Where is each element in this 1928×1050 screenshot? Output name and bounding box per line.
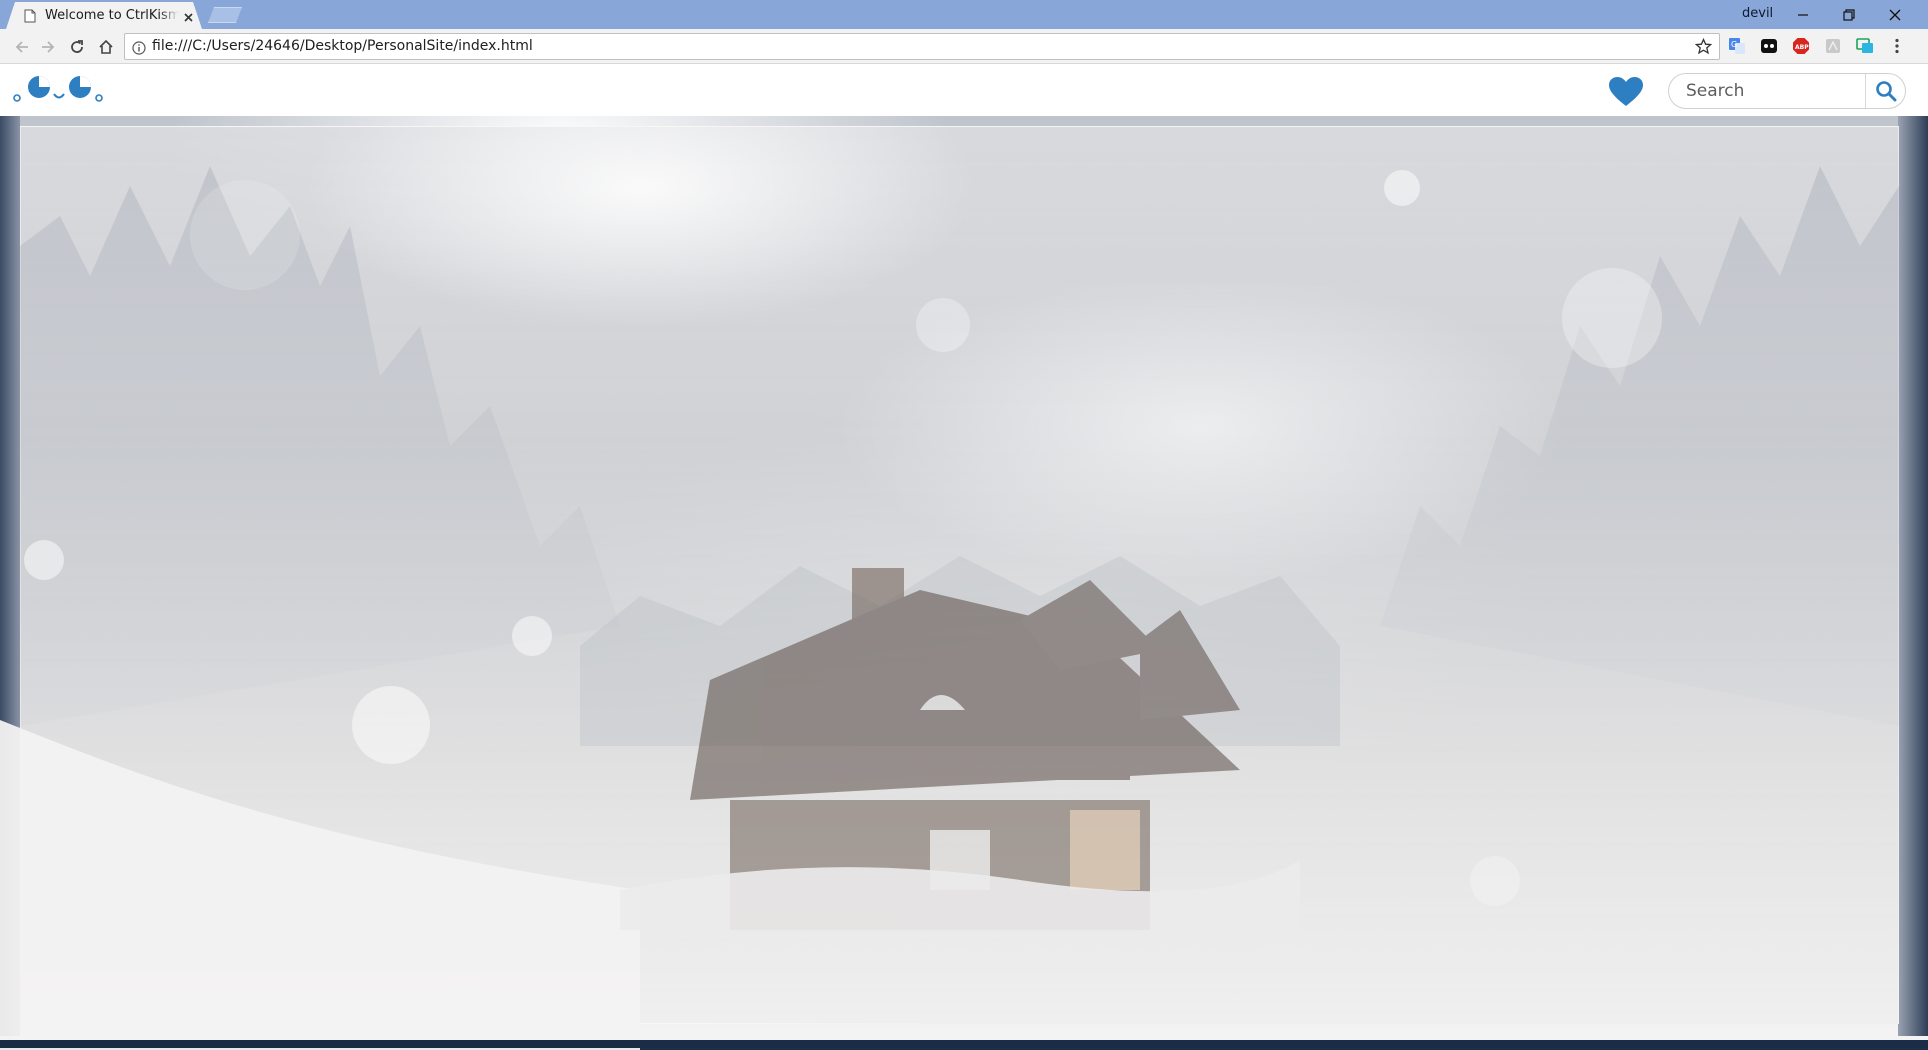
adblock-icon[interactable]: ABP bbox=[1792, 37, 1810, 55]
reload-icon bbox=[71, 40, 83, 53]
restore-icon bbox=[1843, 8, 1855, 21]
bokeh-light bbox=[1384, 170, 1420, 206]
search-input[interactable] bbox=[1669, 74, 1867, 108]
restore-button[interactable] bbox=[1826, 0, 1872, 29]
page-icon bbox=[24, 9, 36, 23]
hero-edge-right bbox=[1898, 116, 1928, 1036]
home-button[interactable] bbox=[94, 35, 118, 59]
minimize-icon bbox=[1798, 13, 1808, 16]
star-icon[interactable] bbox=[1694, 37, 1713, 55]
address-bar[interactable]: file:///C:/Users/24646/Desktop/PersonalS… bbox=[124, 33, 1720, 60]
svg-text:ABP: ABP bbox=[1795, 44, 1809, 51]
forward-button[interactable] bbox=[36, 35, 60, 59]
ghostery-icon[interactable] bbox=[1760, 37, 1778, 55]
taskbar-edge bbox=[0, 1040, 1928, 1048]
back-icon bbox=[15, 41, 28, 53]
cabin-illustration bbox=[620, 568, 1300, 930]
bokeh-light bbox=[1470, 856, 1520, 906]
translate-icon[interactable]: G bbox=[1728, 37, 1746, 55]
new-tab-button[interactable] bbox=[208, 7, 242, 23]
reload-button[interactable] bbox=[65, 35, 89, 59]
close-icon bbox=[1889, 9, 1901, 20]
search-form bbox=[1668, 73, 1906, 109]
logo-icon[interactable] bbox=[10, 72, 106, 108]
svg-text:G: G bbox=[1731, 40, 1737, 49]
home-icon bbox=[99, 39, 113, 54]
url-text[interactable]: file:///C:/Users/24646/Desktop/PersonalS… bbox=[152, 38, 533, 54]
close-icon[interactable] bbox=[182, 9, 195, 22]
window-title-bar: Welcome to CtrlKismet devil bbox=[0, 0, 1928, 29]
cast-icon[interactable] bbox=[1856, 37, 1874, 55]
forward-icon bbox=[42, 41, 55, 53]
minimize-button[interactable] bbox=[1780, 0, 1826, 29]
close-window-button[interactable] bbox=[1872, 0, 1918, 29]
menu-icon[interactable] bbox=[1888, 37, 1906, 55]
search-button[interactable] bbox=[1865, 74, 1905, 108]
snow-hill bbox=[0, 720, 640, 1050]
heart-icon[interactable] bbox=[1608, 76, 1644, 108]
back-button[interactable] bbox=[10, 35, 34, 59]
site-header bbox=[0, 64, 1928, 116]
browser-toolbar: file:///C:/Users/24646/Desktop/PersonalS… bbox=[0, 29, 1928, 64]
info-icon[interactable] bbox=[132, 40, 146, 55]
bokeh-light bbox=[1562, 268, 1662, 368]
bokeh-light bbox=[24, 540, 64, 580]
bokeh-light bbox=[190, 180, 300, 290]
search-icon bbox=[1875, 81, 1896, 102]
bokeh-light bbox=[916, 298, 970, 352]
extension-icon[interactable] bbox=[1824, 37, 1842, 55]
browser-tab-active[interactable]: Welcome to CtrlKismet bbox=[6, 2, 202, 29]
tab-title: Welcome to CtrlKismet bbox=[45, 8, 179, 23]
profile-name[interactable]: devil bbox=[1742, 6, 1773, 21]
bokeh-light bbox=[512, 616, 552, 656]
